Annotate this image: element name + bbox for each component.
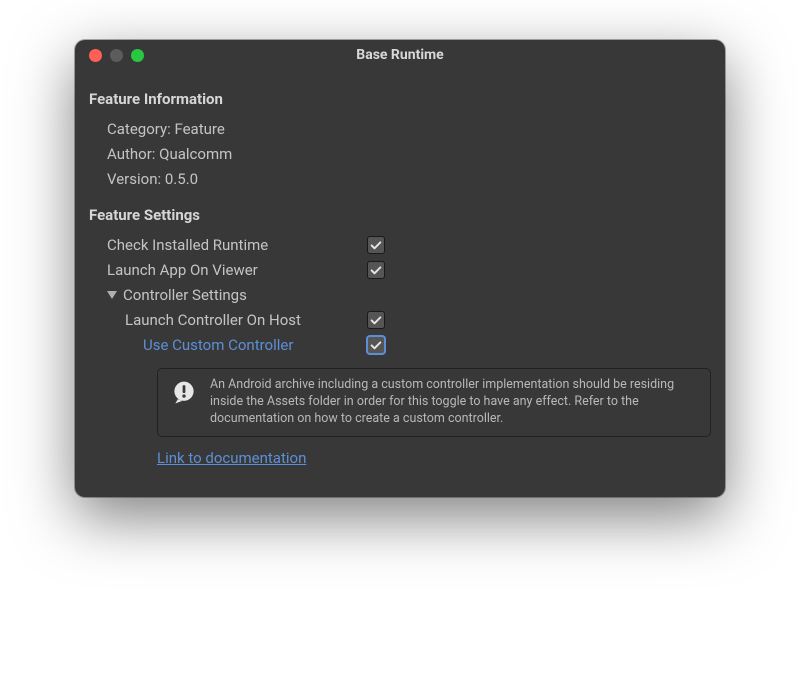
category-line: Category: Feature (107, 120, 711, 138)
checkmark-icon (369, 238, 383, 252)
maximize-icon[interactable] (131, 49, 144, 62)
feature-settings-header: Feature Settings (89, 206, 711, 224)
help-text: An Android archive including a custom co… (210, 377, 698, 428)
launch-controller-on-host-checkbox[interactable] (367, 311, 385, 329)
checkmark-icon (369, 338, 383, 352)
feature-information: Category: Feature Author: Qualcomm Versi… (89, 120, 711, 188)
version-line: Version: 0.5.0 (107, 170, 711, 188)
launch-controller-on-host-row: Launch Controller On Host (107, 311, 711, 329)
check-installed-runtime-row: Check Installed Runtime (107, 236, 711, 254)
documentation-link[interactable]: Link to documentation (157, 449, 306, 467)
checkmark-icon (369, 263, 383, 277)
content: Feature Information Category: Feature Au… (75, 70, 725, 497)
author-value: Qualcomm (159, 145, 232, 163)
close-icon[interactable] (89, 49, 102, 62)
category-value: Feature (174, 120, 224, 138)
check-installed-runtime-checkbox[interactable] (367, 236, 385, 254)
use-custom-controller-row: Use Custom Controller (107, 336, 711, 354)
category-label: Category: (107, 120, 171, 138)
use-custom-controller-label: Use Custom Controller (107, 336, 367, 354)
launch-controller-on-host-label: Launch Controller On Host (107, 311, 367, 329)
controller-settings-foldout[interactable]: Controller Settings (107, 286, 711, 304)
window-title: Base Runtime (75, 47, 725, 63)
chevron-down-icon (107, 291, 117, 299)
feature-settings: Check Installed Runtime Launch App On Vi… (89, 236, 711, 467)
use-custom-controller-checkbox[interactable] (367, 336, 385, 354)
titlebar: Base Runtime (75, 40, 725, 70)
version-value: 0.5.0 (165, 170, 198, 188)
version-label: Version: (107, 170, 161, 188)
controller-settings-label: Controller Settings (123, 286, 247, 304)
launch-app-on-viewer-checkbox[interactable] (367, 261, 385, 279)
launch-app-on-viewer-label: Launch App On Viewer (107, 261, 367, 279)
traffic-lights (75, 49, 144, 62)
feature-information-header: Feature Information (89, 90, 711, 108)
launch-app-on-viewer-row: Launch App On Viewer (107, 261, 711, 279)
minimize-icon[interactable] (110, 49, 123, 62)
author-line: Author: Qualcomm (107, 145, 711, 163)
warning-icon (170, 379, 198, 411)
check-installed-runtime-label: Check Installed Runtime (107, 236, 367, 254)
author-label: Author: (107, 145, 155, 163)
window: Base Runtime Feature Information Categor… (75, 40, 725, 497)
checkmark-icon (369, 313, 383, 327)
help-box: An Android archive including a custom co… (157, 368, 711, 437)
